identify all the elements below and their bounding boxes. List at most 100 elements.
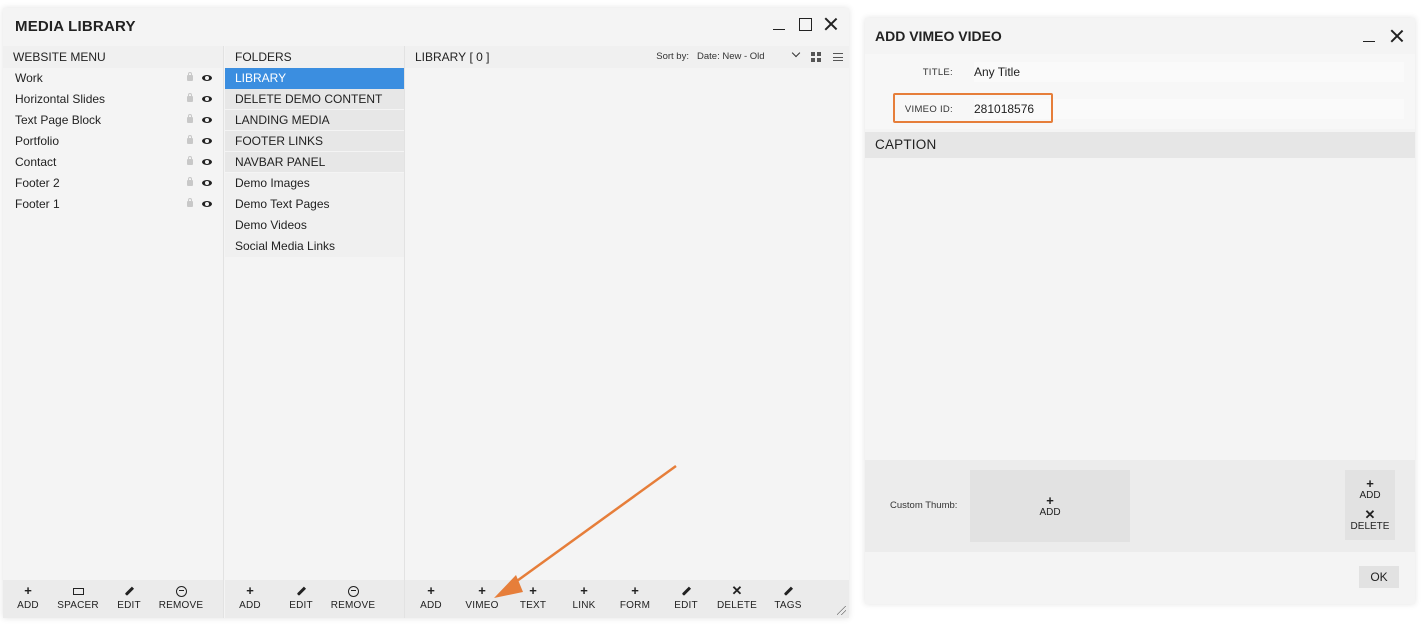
eye-icon[interactable]	[202, 180, 212, 186]
library-header: LIBRARY [ 0 ] Sort by: Date: New - Old	[405, 46, 849, 68]
eye-icon[interactable]	[202, 159, 212, 165]
minimize-icon[interactable]	[1361, 28, 1377, 44]
vimeo-id-highlight	[893, 93, 1053, 123]
button-label: FORM	[619, 600, 651, 611]
website-menu-list: Work Horizontal Slides Text Page Block P…	[3, 68, 223, 580]
menu-item[interactable]: Portfolio	[3, 131, 223, 152]
thumb-add-button[interactable]: + ADD	[970, 470, 1130, 542]
ok-button[interactable]: OK	[1359, 566, 1399, 588]
list-view-icon[interactable]	[833, 53, 843, 61]
folder-item[interactable]: DELETE DEMO CONTENT	[225, 89, 404, 110]
thumb-actions: + ADD ✕ DELETE	[1345, 470, 1395, 540]
eye-icon[interactable]	[202, 201, 212, 207]
close-icon[interactable]	[823, 16, 839, 32]
plus-icon: +	[427, 583, 435, 598]
custom-thumb-section: Custom Thumb: + ADD + ADD ✕ DELETE	[865, 460, 1415, 552]
lock-icon[interactable]	[187, 156, 193, 165]
menu-edit-button[interactable]: EDIT	[109, 584, 149, 614]
thumb-delete-button[interactable]: ✕ DELETE	[1351, 508, 1390, 532]
plus-icon: +	[24, 583, 32, 598]
folder-item[interactable]: Social Media Links	[225, 236, 404, 257]
lock-icon[interactable]	[187, 135, 193, 144]
button-label: ADD	[239, 600, 261, 611]
close-icon[interactable]	[1389, 28, 1405, 44]
menu-item-label: Work	[15, 71, 43, 85]
pencil-icon	[124, 584, 134, 598]
folders-list: LIBRARY DELETE DEMO CONTENT LANDING MEDI…	[225, 68, 404, 580]
add-vimeo-dialog: ADD VIMEO VIDEO TITLE: Any Title VIMEO I…	[865, 18, 1415, 604]
maximize-icon[interactable]	[797, 16, 813, 32]
website-menu-toolbar: + ADD SPACER EDIT REMOVE	[3, 580, 223, 618]
menu-item[interactable]: Work	[3, 68, 223, 89]
minus-circle-icon	[175, 584, 187, 598]
library-link-button[interactable]: + LINK	[553, 584, 615, 614]
folder-item[interactable]: LANDING MEDIA	[225, 110, 404, 131]
plus-icon: +	[529, 583, 537, 598]
library-heading-text: LIBRARY	[415, 50, 467, 64]
spacer-icon	[72, 584, 84, 598]
menu-item-label: Text Page Block	[15, 113, 102, 127]
menu-item-label: Horizontal Slides	[15, 92, 106, 106]
menu-item[interactable]: Text Page Block	[3, 110, 223, 131]
lock-icon[interactable]	[187, 198, 193, 207]
button-label: TAGS	[774, 600, 802, 611]
folder-item[interactable]: Demo Images	[225, 173, 404, 194]
resize-grip[interactable]	[837, 606, 846, 615]
library-delete-button[interactable]: ✕ DELETE	[717, 584, 757, 614]
minus-circle-icon	[347, 584, 359, 598]
eye-icon[interactable]	[202, 117, 212, 123]
menu-item[interactable]: Footer 2	[3, 173, 223, 194]
lock-icon[interactable]	[187, 93, 193, 102]
library-form-button[interactable]: + FORM	[615, 584, 655, 614]
button-label: TEXT	[519, 600, 547, 611]
menu-spacer-button[interactable]: SPACER	[47, 584, 109, 614]
eye-icon[interactable]	[202, 75, 212, 81]
button-label: ADD	[1359, 490, 1381, 501]
button-label: REMOVE	[158, 600, 204, 611]
folder-item-library[interactable]: LIBRARY	[225, 68, 404, 89]
plus-icon: +	[1046, 492, 1054, 508]
folders-panel: FOLDERS LIBRARY DELETE DEMO CONTENT LAND…	[225, 46, 405, 618]
thumb-side-add-button[interactable]: + ADD	[1359, 477, 1381, 501]
media-library-title: MEDIA LIBRARY	[15, 18, 136, 35]
minimize-icon[interactable]	[771, 16, 787, 32]
folder-add-button[interactable]: + ADD	[231, 584, 269, 614]
plus-icon: +	[478, 583, 486, 598]
library-add-button[interactable]: + ADD	[411, 584, 451, 614]
menu-add-button[interactable]: + ADD	[9, 584, 47, 614]
sort-select[interactable]: Date: New - Old	[697, 46, 801, 68]
custom-thumb-label: Custom Thumb:	[890, 500, 958, 511]
grid-view-icon[interactable]	[811, 52, 821, 62]
button-label: VIMEO	[465, 600, 499, 611]
website-menu-heading: WEBSITE MENU	[3, 46, 223, 68]
library-tags-button[interactable]: TAGS	[757, 584, 819, 614]
lock-icon[interactable]	[187, 114, 193, 123]
caption-editor[interactable]	[865, 158, 1415, 458]
library-edit-button[interactable]: EDIT	[655, 584, 717, 614]
button-label: ADD	[420, 600, 442, 611]
folder-item[interactable]: Demo Videos	[225, 215, 404, 236]
eye-icon[interactable]	[202, 138, 212, 144]
folder-edit-button[interactable]: EDIT	[269, 584, 333, 614]
menu-item-label: Contact	[15, 155, 57, 169]
folder-remove-button[interactable]: REMOVE	[331, 584, 375, 614]
lock-icon[interactable]	[187, 177, 193, 186]
folder-item[interactable]: FOOTER LINKS	[225, 131, 404, 152]
menu-item[interactable]: Footer 1	[3, 194, 223, 215]
folder-item[interactable]: NAVBAR PANEL	[225, 152, 404, 173]
lock-icon[interactable]	[187, 72, 193, 81]
eye-icon[interactable]	[202, 96, 212, 102]
folder-item[interactable]: Demo Text Pages	[225, 194, 404, 215]
button-label: EDIT	[117, 600, 141, 611]
folders-heading: FOLDERS	[225, 46, 404, 68]
library-content	[405, 68, 849, 580]
menu-item-label: Footer 1	[15, 197, 60, 211]
library-vimeo-button[interactable]: + VIMEO	[451, 584, 513, 614]
pencil-icon	[681, 584, 691, 598]
title-input[interactable]: Any Title	[974, 62, 1404, 82]
library-text-button[interactable]: + TEXT	[513, 584, 553, 614]
sort-value: Date: New - Old	[697, 51, 765, 62]
menu-remove-button[interactable]: REMOVE	[149, 584, 213, 614]
menu-item[interactable]: Horizontal Slides	[3, 89, 223, 110]
menu-item[interactable]: Contact	[3, 152, 223, 173]
